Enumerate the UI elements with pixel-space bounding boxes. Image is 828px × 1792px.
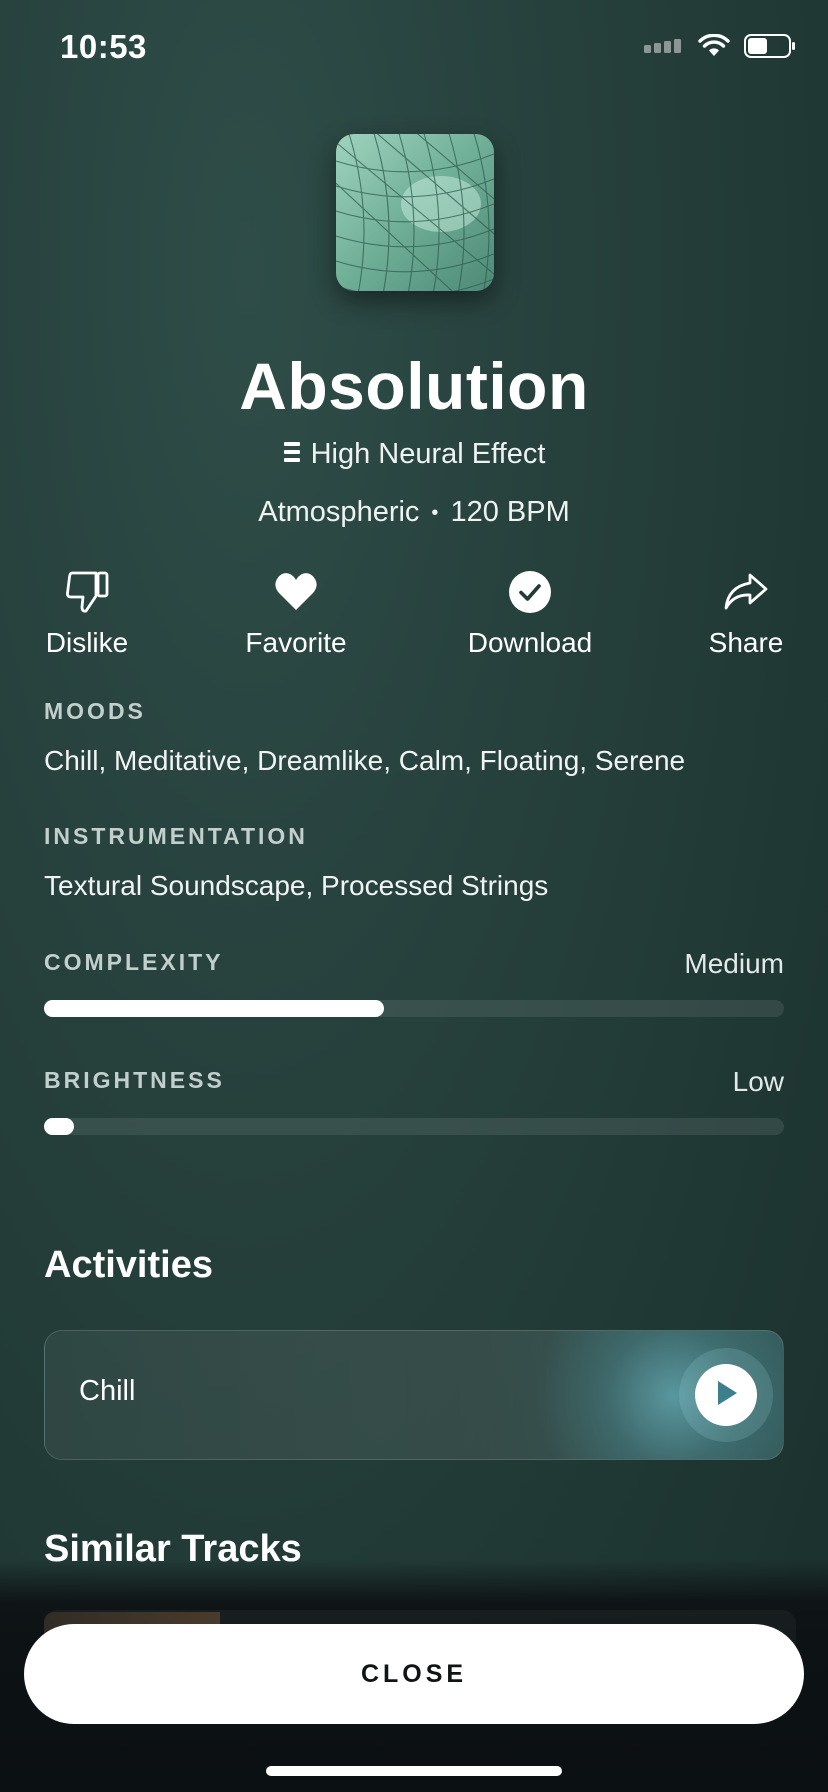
bpm-label: 120 BPM: [450, 496, 570, 528]
status-icons: [644, 33, 796, 63]
neural-effect: High Neural Effect: [0, 438, 828, 471]
instrumentation-label: INSTRUMENTATION: [44, 823, 308, 849]
instrumentation-value: Textural Soundscape, Processed Strings: [44, 870, 549, 901]
moods-label: MOODS: [44, 698, 146, 724]
track-title: Absolution: [239, 349, 589, 423]
effect-label: High Neural Effect: [310, 438, 546, 470]
close-button[interactable]: CLOSE: [24, 1624, 804, 1724]
favorite-button[interactable]: Favorite: [244, 570, 348, 659]
genre-label: Atmospheric: [258, 496, 420, 528]
complexity-bar: [44, 1000, 784, 1017]
effect-level-icon: [283, 438, 301, 471]
separator: •: [431, 501, 439, 524]
brightness-value: Low: [732, 1066, 784, 1097]
artwork-image: [336, 134, 494, 291]
brightness-bar-fill: [44, 1118, 74, 1135]
download-label: Download: [467, 627, 593, 658]
activity-card-chill[interactable]: Chill: [44, 1330, 784, 1460]
download-button[interactable]: Download: [463, 570, 597, 659]
activity-label: Chill: [79, 1375, 136, 1407]
play-button[interactable]: [695, 1364, 757, 1426]
complexity-bar-fill: [44, 1000, 385, 1017]
dislike-label: Dislike: [45, 627, 129, 658]
activities-heading: Activities: [44, 1244, 213, 1286]
battery-icon: [744, 34, 796, 63]
play-icon: [713, 1379, 739, 1412]
signal-icon: [644, 39, 684, 58]
favorite-label: Favorite: [245, 627, 347, 658]
genre-bpm: Atmospheric • 120 BPM: [0, 496, 828, 529]
brightness-label: BRIGHTNESS: [44, 1067, 225, 1093]
share-arrow-icon: [722, 570, 770, 619]
wifi-icon: [698, 33, 730, 63]
dislike-button[interactable]: Dislike: [44, 570, 130, 659]
thumbs-down-icon: [64, 570, 110, 619]
moods-value: Chill, Meditative, Dreamlike, Calm, Floa…: [44, 745, 686, 776]
heart-icon: [273, 570, 319, 619]
status-time: 10:53: [60, 28, 147, 65]
home-indicator[interactable]: [266, 1766, 562, 1776]
complexity-value: Medium: [684, 948, 784, 979]
complexity-label: COMPLEXITY: [44, 949, 224, 975]
share-button[interactable]: Share: [708, 570, 784, 659]
check-circle-icon: [508, 570, 552, 619]
brightness-bar: [44, 1118, 784, 1135]
share-label: Share: [708, 627, 784, 658]
